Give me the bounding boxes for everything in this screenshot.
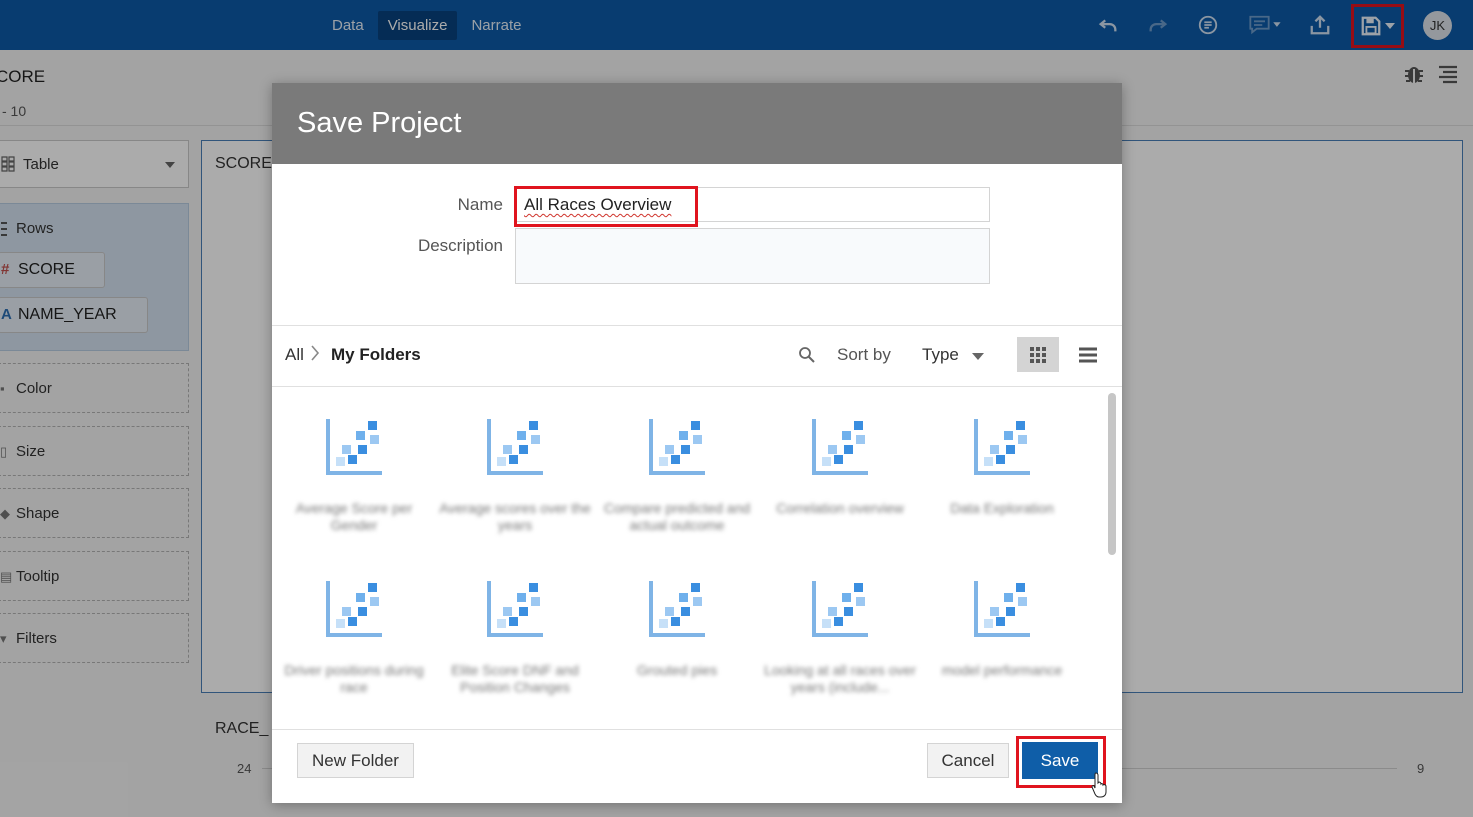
project-item-caption: Data Exploration (950, 500, 1054, 516)
description-label: Description (417, 236, 503, 255)
grid-icon (1030, 346, 1046, 363)
project-item-caption: model performance (941, 662, 1063, 678)
project-item-caption: Compare predicted and actual outcome (603, 500, 751, 533)
save-button[interactable]: Save (1022, 742, 1098, 779)
project-item[interactable]: Driver positions during race (274, 577, 434, 717)
breadcrumb-all[interactable]: All (285, 345, 304, 365)
grid-view-button[interactable] (1017, 337, 1059, 372)
project-item[interactable]: Compare predicted and actual outcome (597, 415, 757, 555)
project-item-caption: Looking at all races over years (include… (764, 662, 916, 695)
project-item[interactable]: Looking at all races over years (include… (760, 577, 920, 717)
save-project-dialog: Save Project Name All Races Overview Des… (272, 83, 1122, 803)
breadcrumb-current: My Folders (331, 345, 421, 364)
project-item-caption: Elite Score DNF and Position Changes (451, 662, 579, 695)
project-item[interactable]: Data Exploration (922, 415, 1082, 555)
folder-browser-toolbar: All My Folders Sort by Type (272, 326, 1122, 386)
description-field[interactable] (515, 228, 990, 284)
project-item[interactable]: Elite Score DNF and Position Changes (435, 577, 595, 717)
hand-cursor-icon (1091, 772, 1107, 798)
project-item-caption: Average Score per Gender (295, 500, 413, 533)
sort-by-label: Sort by (837, 345, 891, 364)
name-label: Name (457, 195, 503, 214)
scrollbar[interactable] (1108, 393, 1116, 555)
project-item[interactable]: Average Score per Gender (274, 415, 434, 555)
project-thumbnail-icon (324, 577, 384, 639)
name-highlight-box (514, 186, 698, 227)
project-item[interactable]: Grouted pies (597, 577, 757, 717)
project-item-caption: Average scores over the years (439, 500, 591, 533)
project-item[interactable]: Correlation overview (760, 415, 920, 555)
chevron-down-icon[interactable] (972, 353, 984, 360)
project-item[interactable]: Average scores over the years (435, 415, 595, 555)
chevron-right-icon (310, 344, 320, 367)
dialog-title: Save Project (297, 107, 462, 139)
dialog-header: Save Project (272, 83, 1122, 164)
project-thumbnail-icon (810, 577, 870, 639)
search-icon[interactable] (797, 345, 817, 365)
cancel-button[interactable]: Cancel (927, 743, 1009, 778)
project-item-caption: Correlation overview (776, 500, 904, 516)
project-thumbnail-icon (647, 415, 707, 477)
project-item-caption: Driver positions during race (284, 662, 424, 695)
new-folder-button[interactable]: New Folder (297, 743, 414, 778)
project-thumbnail-icon (972, 577, 1032, 639)
list-view-button[interactable] (1072, 337, 1104, 372)
project-thumbnail-icon (972, 415, 1032, 477)
project-thumbnail-icon (485, 415, 545, 477)
project-thumbnail-icon (810, 415, 870, 477)
sort-type-select[interactable]: Type (922, 345, 959, 365)
divider (272, 729, 1122, 730)
project-thumbnail-icon (324, 415, 384, 477)
project-item-caption: Grouted pies (636, 662, 718, 678)
project-thumbnail-icon (647, 577, 707, 639)
list-icon (1079, 347, 1097, 362)
project-items-grid: Average Score per Gender Average scores o… (272, 387, 1122, 729)
project-item[interactable]: model performance (922, 577, 1082, 717)
project-thumbnail-icon (485, 577, 545, 639)
